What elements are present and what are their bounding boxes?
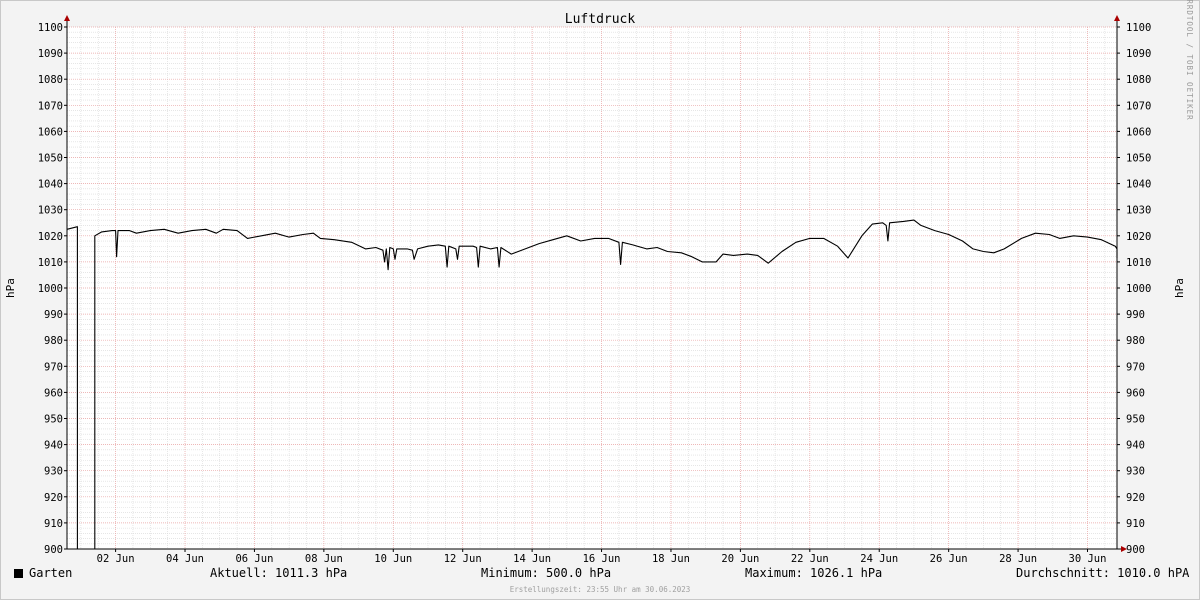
y-axis-left-arrow <box>64 15 70 21</box>
y-axis-right-ticks: 900 910 920 930 940 950 960 970 980 990 1000 1010 10… <box>1117 22 1151 556</box>
y-tick-label-right: 990 <box>1126 309 1145 321</box>
x-tick-label: 30 Jun <box>1069 553 1107 565</box>
x-tick-label: 04 Jun <box>166 553 204 565</box>
y-axis-label-left: hPa <box>4 278 17 298</box>
y-tick-label-right: 930 <box>1126 466 1145 478</box>
y-tick-label-left: 1050 <box>38 153 63 165</box>
y-tick-label-left: 1030 <box>38 205 63 217</box>
y-tick-label-left: 1080 <box>38 74 63 86</box>
legend-minimum: Minimum: 500.0 hPa <box>481 566 612 580</box>
y-tick-label-right: 980 <box>1126 335 1145 347</box>
y-tick-label-right: 1090 <box>1126 48 1151 60</box>
x-tick-label: 24 Jun <box>860 553 898 565</box>
y-tick-label-right: 900 <box>1126 544 1145 556</box>
y-tick-label-left: 930 <box>44 466 63 478</box>
y-axis-left-ticks: 900 910 920 930 940 950 960 970 980 990 1000 1010 10… <box>38 22 67 556</box>
y-tick-label-left: 920 <box>44 492 63 504</box>
legend-swatch <box>14 569 23 578</box>
x-tick-label: 02 Jun <box>97 553 135 565</box>
y-tick-label-right: 1020 <box>1126 231 1151 243</box>
y-tick-label-right: 910 <box>1126 518 1145 530</box>
chart-title: Luftdruck <box>565 12 636 27</box>
y-tick-label-right: 920 <box>1126 492 1145 504</box>
y-tick-label-left: 1010 <box>38 257 63 269</box>
x-tick-label: 20 Jun <box>721 553 759 565</box>
y-tick-label-left: 980 <box>44 335 63 347</box>
x-tick-label: 12 Jun <box>444 553 482 565</box>
y-tick-label-left: 1040 <box>38 179 63 191</box>
x-tick-label: 18 Jun <box>652 553 690 565</box>
x-tick-label: 06 Jun <box>235 553 273 565</box>
y-tick-label-right: 1050 <box>1126 153 1151 165</box>
line-chart: Luftdruck 900 910 920 930 940 950 960 970 980 990… <box>4 0 1194 565</box>
y-tick-label-left: 960 <box>44 387 63 399</box>
y-tick-label-left: 990 <box>44 309 63 321</box>
y-tick-label-right: 1100 <box>1126 22 1151 34</box>
grid <box>67 26 1117 550</box>
y-tick-label-right: 1080 <box>1126 74 1151 86</box>
x-tick-label: 22 Jun <box>791 553 829 565</box>
y-tick-label-left: 940 <box>44 440 63 452</box>
y-tick-label-left: 1000 <box>38 283 63 295</box>
y-axis-label-right: hPa <box>1173 278 1186 298</box>
y-tick-label-right: 1040 <box>1126 179 1151 191</box>
footer-timestamp: Erstellungszeit: 23:55 Uhr am 30.06.2023 <box>509 585 691 594</box>
x-axis-ticks: 02 Jun 04 Jun 06 Jun 08 Jun 10 Jun 12 Jun 14 J… <box>97 549 1107 565</box>
x-tick-label: 08 Jun <box>305 553 343 565</box>
y-tick-label-right: 950 <box>1126 414 1145 426</box>
y-tick-label-right: 960 <box>1126 387 1145 399</box>
y-tick-label-left: 900 <box>44 544 63 556</box>
x-tick-label: 26 Jun <box>930 553 968 565</box>
y-tick-label-left: 1060 <box>38 126 63 138</box>
legend-maximum: Maximum: 1026.1 hPa <box>745 566 883 580</box>
y-tick-label-left: 1070 <box>38 100 63 112</box>
rrdtool-watermark: RRDTOOL / TOBI OETIKER <box>1185 0 1194 121</box>
y-axis-right-arrow <box>1114 15 1120 21</box>
y-tick-label-left: 1090 <box>38 48 63 60</box>
y-tick-label-left: 970 <box>44 361 63 373</box>
x-tick-label: 16 Jun <box>583 553 621 565</box>
x-tick-label: 10 Jun <box>374 553 412 565</box>
y-tick-label-left: 1020 <box>38 231 63 243</box>
x-tick-label: 14 Jun <box>513 553 551 565</box>
legend-series: Garten <box>14 566 72 580</box>
legend-aktuell: Aktuell: 1011.3 hPa <box>210 566 348 580</box>
legend-durchschnitt: Durchschnitt: 1010.0 hPA <box>1016 566 1190 580</box>
y-tick-label-right: 940 <box>1126 440 1145 452</box>
y-tick-label-right: 1000 <box>1126 283 1151 295</box>
y-tick-label-left: 910 <box>44 518 63 530</box>
y-tick-label-right: 1060 <box>1126 126 1151 138</box>
y-tick-label-right: 1010 <box>1126 257 1151 269</box>
y-tick-label-right: 970 <box>1126 361 1145 373</box>
y-tick-label-left: 1100 <box>38 22 63 34</box>
y-tick-label-left: 950 <box>44 414 63 426</box>
y-tick-label-right: 1030 <box>1126 205 1151 217</box>
x-tick-label: 28 Jun <box>999 553 1037 565</box>
legend-series-name: Garten <box>29 566 73 580</box>
y-tick-label-right: 1070 <box>1126 100 1151 112</box>
